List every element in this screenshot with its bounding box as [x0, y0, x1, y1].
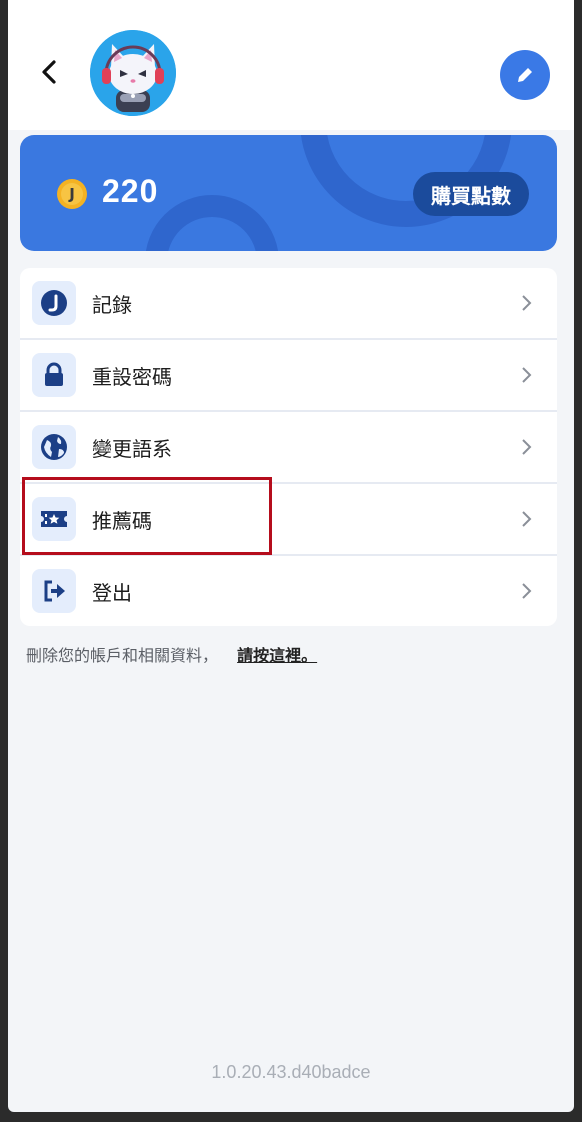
- menu-item-label: 登出: [92, 580, 132, 605]
- points-balance: 220: [102, 173, 159, 209]
- profile-header: [8, 0, 574, 130]
- delete-account-row: 刪除您的帳戶和相關資料， 請按這裡。: [26, 642, 317, 666]
- highlight-box: [22, 477, 272, 555]
- chevron-right-icon: [522, 511, 532, 527]
- menu-item-label: 重設密碼: [92, 364, 172, 389]
- logout-icon: [32, 569, 76, 613]
- menu-item-label: 變更語系: [92, 436, 172, 461]
- menu-item-records[interactable]: 記錄: [20, 268, 557, 340]
- buy-points-button[interactable]: 購買點數: [413, 172, 529, 216]
- app-version: 1.0.20.43.d40badce: [211, 1062, 371, 1082]
- settings-menu: 記錄 重設密碼 變更語系 推薦碼 登出: [20, 268, 557, 626]
- chevron-right-icon: [522, 439, 532, 455]
- points-card: J 220 購買點數: [20, 135, 557, 251]
- delete-account-text: 刪除您的帳戶和相關資料，: [26, 646, 219, 665]
- menu-item-label: 記錄: [92, 292, 132, 317]
- avatar[interactable]: [90, 30, 176, 116]
- chevron-right-icon: [522, 367, 532, 383]
- coin-j-icon: [32, 281, 76, 325]
- menu-item-logout[interactable]: 登出: [20, 556, 557, 626]
- coin-j-icon: J: [57, 179, 87, 209]
- app-screen: J 220 購買點數 記錄 重設密碼 變更語系 推薦碼 登出 刪除您的帳戶和相關…: [8, 0, 574, 1112]
- edit-profile-button[interactable]: [500, 50, 550, 100]
- back-button[interactable]: [30, 52, 70, 92]
- chevron-left-icon: [42, 60, 56, 84]
- menu-item-reset-password[interactable]: 重設密碼: [20, 340, 557, 412]
- chevron-right-icon: [522, 583, 532, 599]
- cat-gamer-avatar-image: [90, 30, 176, 116]
- decor-ring: [145, 195, 279, 251]
- delete-account-link[interactable]: 請按這裡。: [237, 646, 317, 665]
- pencil-icon: [518, 68, 532, 82]
- coin-symbol: J: [61, 183, 83, 205]
- menu-item-change-language[interactable]: 變更語系: [20, 412, 557, 484]
- globe-icon: [32, 425, 76, 469]
- lock-icon: [32, 353, 76, 397]
- chevron-right-icon: [522, 295, 532, 311]
